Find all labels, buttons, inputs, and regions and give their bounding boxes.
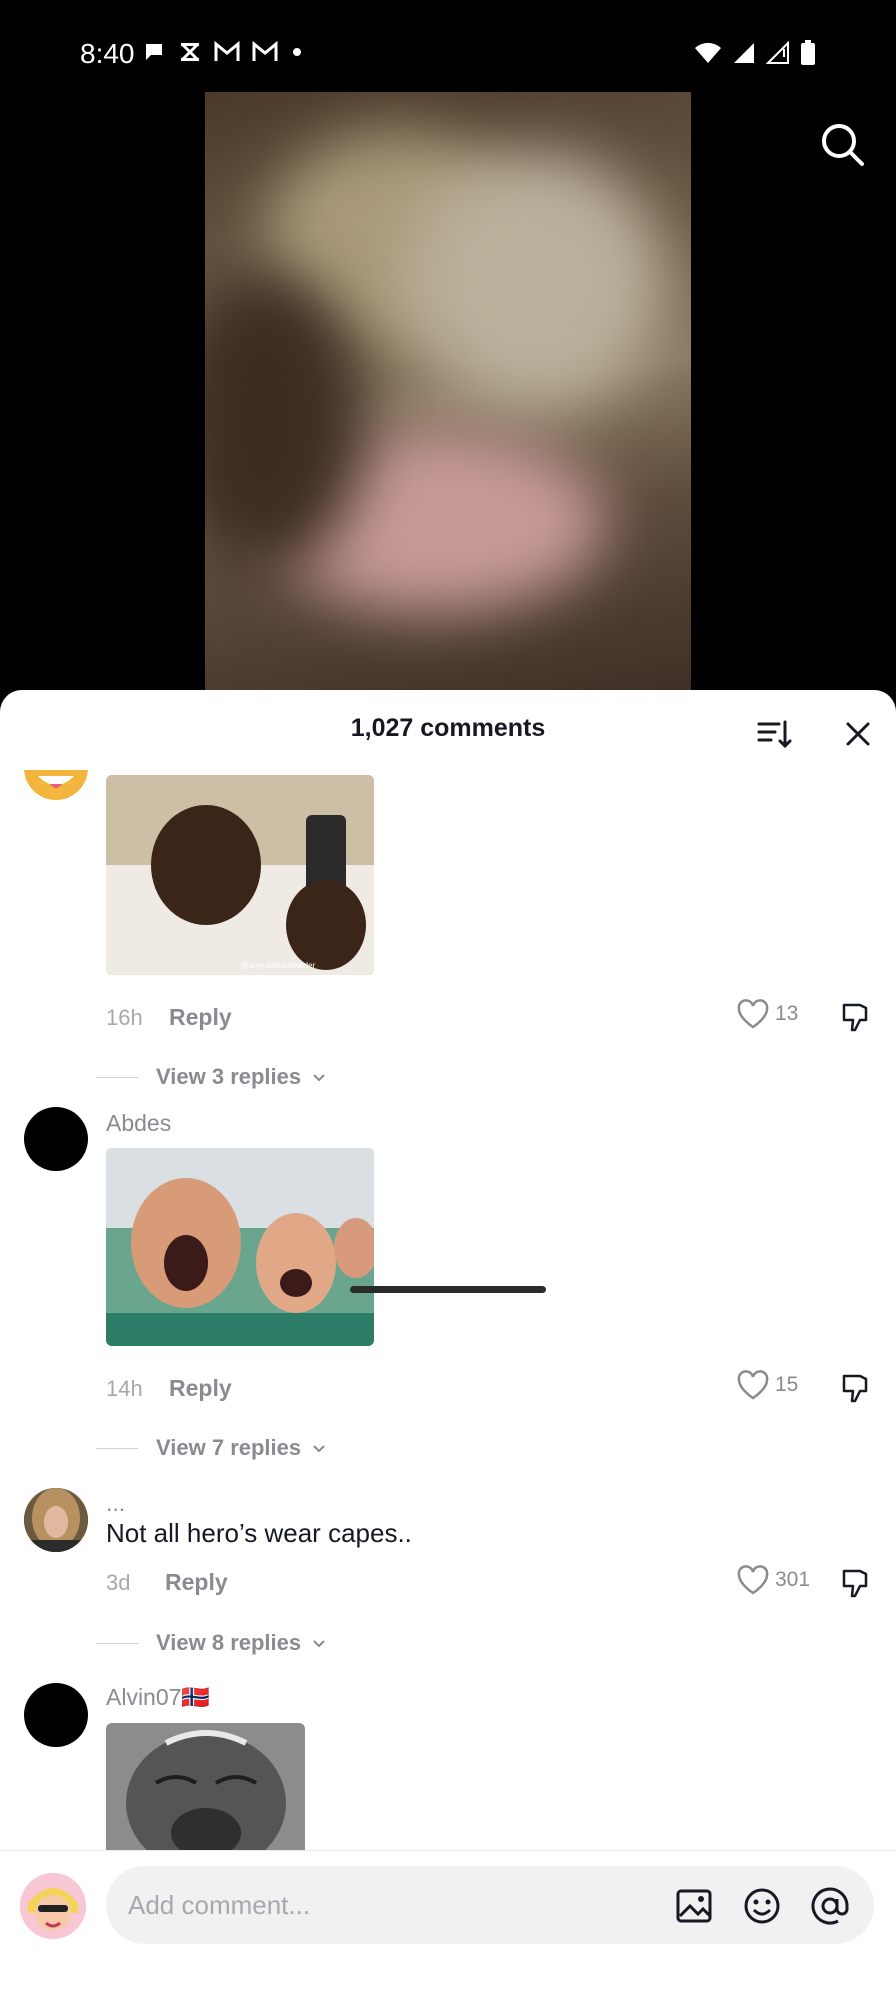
my-avatar[interactable] (20, 1873, 86, 1939)
like-count: 15 (775, 1373, 799, 1396)
status-bar: 8:40 (0, 0, 896, 92)
video-area[interactable] (0, 92, 896, 702)
divider-line (96, 1642, 138, 1644)
view-replies-button[interactable]: View 3 replies (96, 1064, 327, 1090)
battery-icon (801, 40, 815, 65)
heart-icon (737, 1370, 769, 1400)
chevron-down-icon (313, 1074, 325, 1082)
notification-icons (142, 40, 304, 64)
close-icon[interactable] (840, 716, 876, 752)
video-blur (405, 152, 665, 412)
comment-input[interactable] (128, 1866, 648, 1944)
reaction-meme-old-man (106, 1723, 305, 1850)
avatar[interactable] (24, 1107, 88, 1171)
search-icon[interactable] (818, 120, 868, 170)
comment-composer (0, 1850, 896, 2000)
signal-icon (734, 43, 754, 63)
comment-time: 14h (106, 1376, 143, 1401)
comment-input-box[interactable] (106, 1866, 874, 1944)
avatar[interactable] (24, 1683, 88, 1747)
reply-button[interactable]: Reply (165, 1569, 228, 1596)
heart-icon (737, 1565, 769, 1595)
reaction-meme-man-phone (106, 775, 374, 975)
divider-line (96, 1447, 138, 1449)
comment-image[interactable] (106, 1148, 374, 1346)
comment-username[interactable]: Alvin07🇳🇴 (106, 1684, 210, 1711)
gmail-icon (252, 41, 278, 61)
avatar[interactable] (24, 1488, 88, 1552)
comment-username[interactable]: Abdes (106, 1110, 171, 1137)
view-replies-label: View 8 replies (156, 1630, 302, 1655)
like-button[interactable]: 301 (737, 1565, 810, 1595)
dot-icon (293, 48, 301, 56)
view-replies-button[interactable]: View 8 replies (96, 1630, 327, 1656)
view-replies-label: View 3 replies (156, 1064, 302, 1089)
chevron-down-icon (313, 1445, 325, 1453)
image-icon[interactable] (674, 1886, 714, 1926)
comments-sheet: 1,027 comments @amy.schoenwieder 16h Rep… (0, 690, 896, 2000)
view-replies-button[interactable]: View 7 replies (96, 1435, 327, 1461)
avatar[interactable] (24, 770, 88, 800)
chevron-down-icon (313, 1640, 325, 1648)
view-replies-label: View 7 replies (156, 1435, 302, 1460)
home-indicator[interactable] (350, 1286, 546, 1293)
reply-button[interactable]: Reply (169, 1004, 232, 1031)
dislike-icon[interactable] (838, 1565, 874, 1601)
chat-bubble-icon (146, 44, 162, 60)
divider-line (96, 1076, 138, 1078)
system-icons (694, 40, 816, 66)
comment-image[interactable] (106, 1723, 305, 1850)
like-button[interactable]: 15 (737, 1370, 798, 1400)
cartoon-avatar-icon (24, 770, 88, 800)
like-count: 301 (775, 1568, 811, 1591)
status-time: 8:40 (80, 38, 135, 69)
x-logo-icon (180, 42, 200, 62)
comment-list[interactable]: @amy.schoenwieder 16h Reply 13 View 3 re… (0, 770, 896, 1850)
like-button[interactable]: 13 (737, 999, 798, 1029)
dislike-icon[interactable] (838, 999, 874, 1035)
profile-photo-icon (24, 1488, 88, 1552)
sheet-header: 1,027 comments (0, 690, 896, 770)
reply-button[interactable]: Reply (169, 1375, 232, 1402)
mention-icon[interactable] (810, 1886, 850, 1926)
emoji-icon[interactable] (742, 1886, 782, 1926)
sort-icon[interactable] (756, 716, 792, 752)
video-thumbnail[interactable] (205, 92, 691, 702)
heart-icon (737, 999, 769, 1029)
signal-icon (766, 41, 789, 64)
dislike-icon[interactable] (838, 1370, 874, 1406)
wifi-icon (695, 42, 721, 63)
like-count: 13 (775, 1002, 799, 1025)
comment-text: Not all hero’s wear capes.. (106, 1518, 412, 1548)
comment-time: 3d (106, 1570, 131, 1595)
image-watermark: @amy.schoenwieder (241, 961, 316, 970)
gmail-icon (214, 41, 240, 61)
reaction-meme-screaming-crowd (106, 1148, 374, 1346)
comment-time: 16h (106, 1005, 143, 1030)
comment-image[interactable]: @amy.schoenwieder (106, 775, 374, 975)
cartoon-avatar-icon (20, 1873, 86, 1939)
comment-username[interactable]: ... (106, 1490, 125, 1517)
